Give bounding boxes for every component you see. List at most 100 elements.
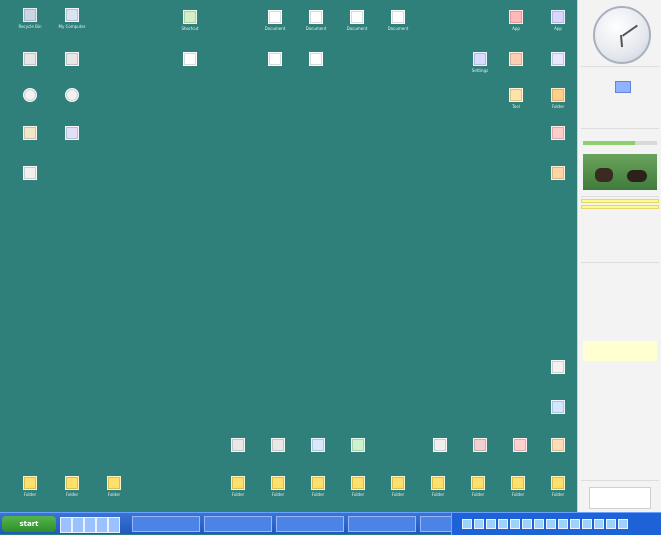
folder-icon[interactable]: Folder	[258, 476, 298, 508]
panel-title	[581, 129, 659, 131]
tray-icon[interactable]	[522, 519, 532, 529]
quicklaunch-icon[interactable]	[60, 517, 72, 533]
app-icon[interactable]: App	[538, 10, 578, 42]
tray-icon[interactable]	[486, 519, 496, 529]
folder-icon[interactable]: Folder	[418, 476, 458, 508]
tray-icon[interactable]	[570, 519, 580, 529]
tray-icon[interactable]	[498, 519, 508, 529]
tray-icon[interactable]	[510, 519, 520, 529]
sidebar-panel-photo	[581, 152, 659, 192]
desktop-icon-label: Folder	[511, 492, 525, 497]
folder-icon[interactable]: Folder	[538, 88, 578, 120]
tray-icon[interactable]	[462, 519, 472, 529]
app-icon[interactable]	[538, 360, 578, 392]
document-icon[interactable]: Document	[296, 10, 336, 42]
document-icon[interactable]	[296, 52, 336, 84]
tray-icon[interactable]	[618, 519, 628, 529]
tool-icon[interactable]	[52, 126, 92, 158]
desktop-icon-label: Recycle Bin	[18, 24, 42, 29]
quicklaunch-icon[interactable]	[96, 517, 108, 533]
app-icon[interactable]	[538, 52, 578, 84]
folder-icon	[271, 476, 285, 490]
recycle-bin-icon[interactable]: Recycle Bin	[10, 8, 50, 40]
quicklaunch-icon[interactable]	[84, 517, 96, 533]
disc-icon[interactable]	[10, 88, 50, 120]
app-icon[interactable]	[420, 438, 460, 470]
folder-icon[interactable]: Folder	[298, 476, 338, 508]
disc-icon	[65, 88, 79, 102]
folder-icon[interactable]: Folder	[218, 476, 258, 508]
document-icon[interactable]: Document	[337, 10, 377, 42]
tool-icon[interactable]	[10, 126, 50, 158]
document-icon[interactable]: Document	[378, 10, 418, 42]
app-icon[interactable]: App	[496, 10, 536, 42]
app-icon[interactable]	[10, 166, 50, 198]
system-tray	[451, 513, 661, 535]
tool-icon[interactable]	[538, 400, 578, 432]
app-icon	[551, 166, 565, 180]
folder-icon[interactable]: Folder	[538, 476, 578, 508]
start-button[interactable]: start	[2, 516, 56, 532]
document-icon[interactable]	[170, 52, 210, 84]
tray-icon[interactable]	[546, 519, 556, 529]
app-icon[interactable]	[500, 438, 540, 470]
app-icon	[513, 438, 527, 452]
folder-icon[interactable]: Folder	[94, 476, 134, 508]
app-icon[interactable]	[460, 438, 500, 470]
desktop-area: Recycle Bin My Computer Shortcut Documen…	[0, 0, 577, 512]
tray-icon[interactable]	[474, 519, 484, 529]
desktop-icon-label: Folder	[391, 492, 405, 497]
sidebar-widget[interactable]	[589, 487, 651, 509]
sidebar-item-highlight[interactable]	[581, 205, 659, 209]
folder-icon[interactable]: Folder	[10, 476, 50, 508]
desktop-icon-label: Document	[346, 26, 368, 31]
quicklaunch-icon[interactable]	[108, 517, 120, 533]
app-icon[interactable]	[538, 438, 578, 470]
document-icon[interactable]: Document	[255, 10, 295, 42]
app-icon[interactable]	[538, 126, 578, 158]
taskbar-button[interactable]	[204, 516, 272, 532]
app-icon	[23, 166, 37, 180]
taskbar-button[interactable]	[276, 516, 344, 532]
app-icon[interactable]	[218, 438, 258, 470]
tray-icon[interactable]	[534, 519, 544, 529]
tray-icon[interactable]	[582, 519, 592, 529]
desktop-icon-label: Folder	[551, 492, 565, 497]
folder-icon[interactable]: Folder	[338, 476, 378, 508]
tray-icon[interactable]	[594, 519, 604, 529]
computer-icon	[65, 8, 79, 22]
app-icon[interactable]	[496, 52, 536, 84]
tray-icon[interactable]	[606, 519, 616, 529]
taskbar-button[interactable]	[132, 516, 200, 532]
tray-icon[interactable]	[558, 519, 568, 529]
folder-icon[interactable]: Folder	[498, 476, 538, 508]
tool-icon	[551, 400, 565, 414]
folder-icon[interactable]: Folder	[378, 476, 418, 508]
app-icon[interactable]	[538, 166, 578, 198]
network-icon[interactable]	[10, 52, 50, 84]
tool-icon[interactable]: Tool	[496, 88, 536, 120]
sidebar-panel-clock	[581, 66, 659, 107]
app-icon[interactable]	[298, 438, 338, 470]
tool-icon	[509, 88, 523, 102]
app-icon[interactable]	[338, 438, 378, 470]
disc-icon[interactable]	[52, 88, 92, 120]
photo-thumbnail[interactable]	[583, 154, 657, 190]
app-icon	[551, 126, 565, 140]
folder-icon	[431, 476, 445, 490]
folder-icon[interactable]: Folder	[52, 476, 92, 508]
folder-icon	[23, 476, 37, 490]
network-icon[interactable]	[52, 52, 92, 84]
document-icon	[183, 52, 197, 66]
taskbar-button[interactable]	[348, 516, 416, 532]
quicklaunch-icon[interactable]	[72, 517, 84, 533]
folder-icon[interactable]: Folder	[458, 476, 498, 508]
network-icon	[23, 52, 37, 66]
folder-icon	[65, 476, 79, 490]
app-icon[interactable]	[258, 438, 298, 470]
document-icon[interactable]	[255, 52, 295, 84]
computer-icon[interactable]: My Computer	[52, 8, 92, 40]
shortcut-icon[interactable]: Shortcut	[170, 10, 210, 42]
folder-icon	[107, 476, 121, 490]
settings-icon[interactable]: Settings	[460, 52, 500, 84]
